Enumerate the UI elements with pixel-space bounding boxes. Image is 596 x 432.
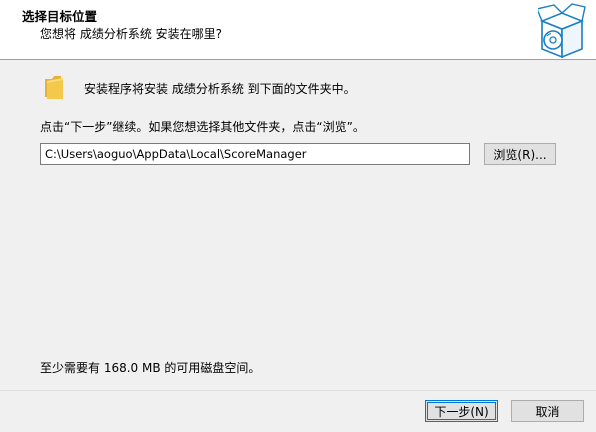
disk-space-text: 至少需要有 168.0 MB 的可用磁盘空间。 (40, 361, 261, 375)
cancel-button[interactable]: 取消 (511, 400, 584, 422)
page-title: 选择目标位置 (22, 9, 98, 24)
page-subtitle: 您想将 成绩分析系统 安装在哪里? (40, 27, 222, 41)
next-button[interactable]: 下一步(N) (425, 400, 498, 422)
install-intro-text: 安装程序将安装 成绩分析系统 到下面的文件夹中。 (84, 82, 356, 96)
continue-instruction-text: 点击“下一步”继续。如果您想选择其他文件夹，点击“浏览”。 (40, 120, 365, 134)
browse-button[interactable]: 浏览(R)... (484, 143, 556, 165)
installer-box-icon (538, 3, 586, 59)
install-path-input[interactable] (40, 143, 470, 165)
wizard-header: 选择目标位置 您想将 成绩分析系统 安装在哪里? (0, 0, 596, 60)
folder-icon (45, 76, 63, 99)
footer-divider (0, 390, 596, 391)
